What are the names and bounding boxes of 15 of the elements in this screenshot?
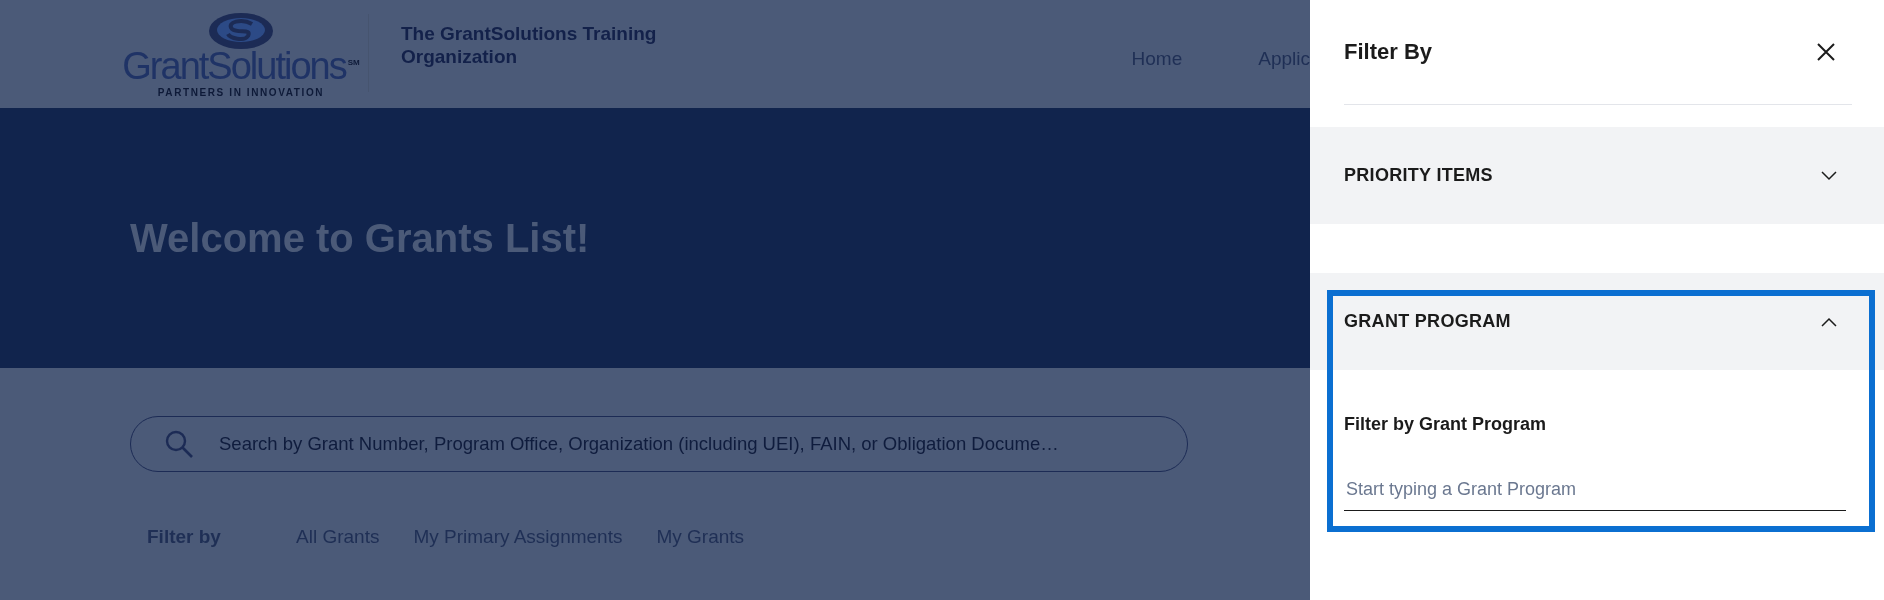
grant-program-input[interactable]: Start typing a Grant Program [1344, 479, 1846, 511]
organization-name: The GrantSolutions Training Organization [401, 22, 658, 68]
logo-tagline: PARTNERS IN INNOVATION [157, 87, 325, 98]
page-heading: Welcome to Grants List! [130, 215, 590, 261]
logo-swirl-icon [208, 12, 274, 50]
field-label: Filter by Grant Program [1344, 414, 1548, 435]
service-mark: SM [347, 58, 360, 67]
accordion-header[interactable]: PRIORITY ITEMS [1310, 127, 1884, 224]
search-icon [164, 429, 194, 459]
search-field[interactable]: Search by Grant Number, Program Office, Organization (including UEI), FAIN, or Obligation Docume… [130, 416, 1188, 472]
panel-title: Filter By [1344, 39, 1433, 65]
chevron-up-icon [1821, 316, 1837, 327]
close-icon[interactable] [1816, 42, 1836, 62]
accordion-header[interactable]: GRANT PROGRAM [1310, 273, 1884, 370]
chevron-down-icon [1821, 170, 1837, 181]
